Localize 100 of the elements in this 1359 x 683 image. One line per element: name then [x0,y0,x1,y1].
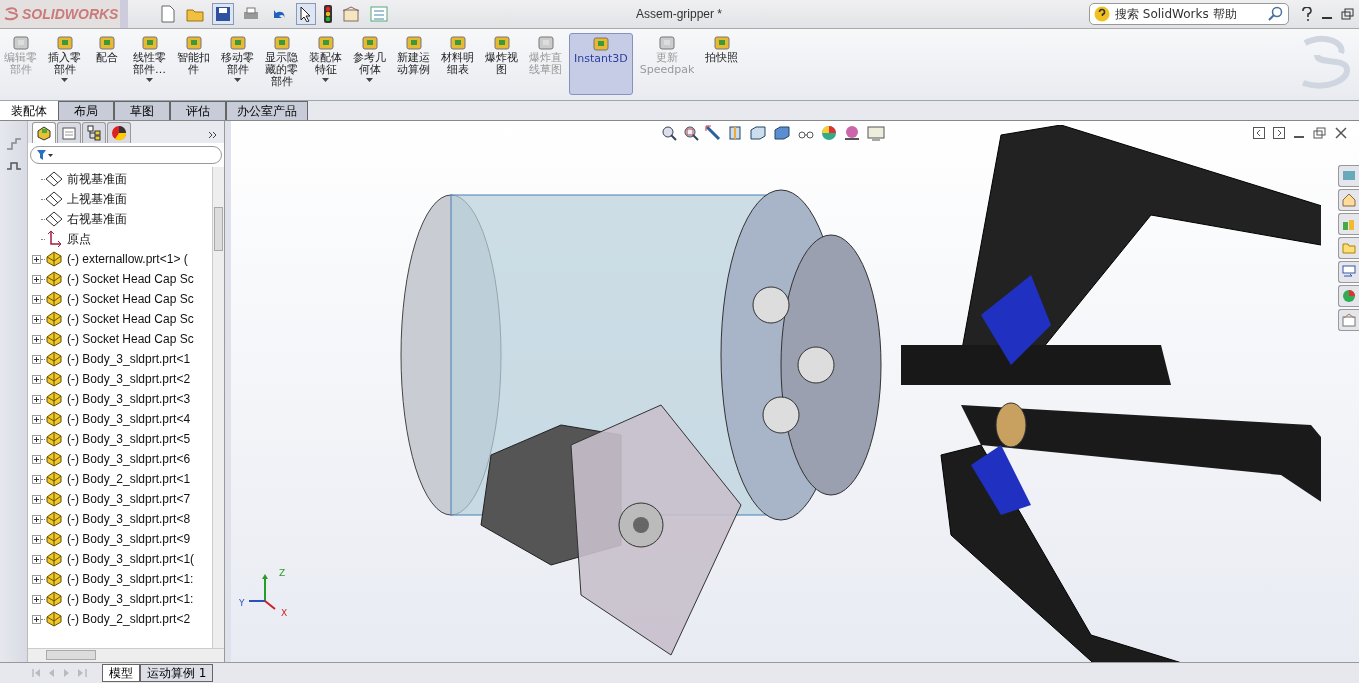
expand-plus-icon[interactable] [32,314,41,324]
expand-plus-icon[interactable] [32,534,41,544]
options-icon[interactable] [340,4,362,24]
tree-item[interactable]: (-) Socket Head Cap Sc [67,292,194,306]
previous-view-icon[interactable] [705,125,721,141]
expand-plus-icon[interactable] [32,414,41,424]
command-tab[interactable]: 装配体 [0,101,58,120]
appearances-icon[interactable] [1338,285,1359,307]
view-settings-icon[interactable] [867,125,885,141]
zoom-to-fit-icon[interactable] [661,125,677,141]
ribbon-button[interactable]: 拍快照 [701,33,743,95]
tool-icon [536,34,555,52]
command-tab[interactable]: 办公室产品 [226,101,308,120]
traffic-light-icon[interactable] [322,3,334,25]
expand-plus-icon[interactable] [32,294,41,304]
view-palette-icon[interactable] [1338,261,1359,283]
appearance-tab-icon[interactable] [107,122,131,143]
view-orientation-icon[interactable] [749,125,767,141]
tree-item[interactable]: 右视基准面 [67,210,127,228]
tree-item[interactable]: (-) Body_3_sldprt.prt<6 [67,452,191,466]
expand-plus-icon[interactable] [32,494,41,504]
ribbon-button[interactable]: 智能扣 件 [173,33,214,95]
configuration-tab-icon[interactable] [82,122,106,143]
close-icon[interactable] [1335,127,1347,139]
help-menu-icon[interactable] [1301,7,1313,21]
ribbon-button[interactable]: 移动零 部件 [217,33,258,95]
checklist-icon[interactable] [368,4,390,24]
select-cursor-icon[interactable] [296,3,316,25]
property-manager-tab-icon[interactable] [57,122,81,143]
tree-item[interactable]: 前视基准面 [67,170,127,188]
tree-item[interactable]: (-) Body_3_sldprt.prt<4 [67,412,191,426]
scene-icon[interactable] [843,125,861,141]
expand-plus-icon[interactable] [32,594,41,604]
search-box[interactable]: 搜索 SolidWorks 帮助 [1089,3,1289,25]
expand-plus-icon[interactable] [32,434,41,444]
expand-plus-icon[interactable] [32,614,41,624]
restore-icon[interactable] [1313,127,1327,139]
tree-item[interactable]: (-) Socket Head Cap Sc [67,332,194,346]
tree-item[interactable]: (-) Body_3_sldprt.prt<1: [67,592,194,606]
expand-plus-icon[interactable] [32,394,41,404]
ribbon-button[interactable]: 爆炸视 图 [481,33,522,95]
tree-item[interactable]: (-) Body_3_sldprt.prt<8 [67,512,191,526]
appearance-ball-icon[interactable] [821,125,837,141]
filter-field[interactable] [30,146,222,164]
tree-item[interactable]: (-) Body_2_sldprt.prt<2 [67,612,191,626]
model-tab[interactable]: 模型 [102,664,140,682]
zoom-area-icon[interactable] [683,125,699,141]
expand-plus-icon[interactable] [32,454,41,464]
search-field[interactable]: 搜索 SolidWorks 帮助 [1113,6,1265,22]
model-tab[interactable]: 运动算例 1 [140,664,214,682]
tree-item[interactable]: (-) Body_3_sldprt.prt<1( [67,552,195,566]
expand-plus-icon[interactable] [32,274,41,284]
tree-item[interactable]: (-) Body_2_sldprt.prt<1 [67,472,191,486]
tree-item[interactable]: (-) Body_3_sldprt.prt<2 [67,372,191,386]
display-style-icon[interactable] [773,125,791,141]
ribbon-button[interactable]: 装配体 特征 [305,33,346,95]
expand-plus-icon[interactable] [32,474,41,484]
tree-item[interactable]: 原点 [67,230,91,248]
feature-tree-tab-icon[interactable] [32,122,56,143]
vertical-scrollbar[interactable] [212,167,224,648]
expand-plus-icon[interactable] [32,354,41,364]
tree-item[interactable]: (-) Body_3_sldprt.prt<1 [67,352,191,366]
tree-item[interactable]: (-) Body_3_sldprt.prt<5 [67,432,191,446]
expand-plus-icon[interactable] [32,514,41,524]
horizontal-scrollbar[interactable] [28,648,224,662]
tree-item[interactable]: 上视基准面 [67,190,127,208]
tree-item[interactable]: (-) Socket Head Cap Sc [67,312,194,326]
ribbon-button[interactable]: 新建运 动算例 [393,33,434,95]
pulse-icon[interactable] [5,161,22,171]
command-tab[interactable]: 评估 [170,101,226,120]
expand-plus-icon[interactable] [32,554,41,564]
tree-item[interactable]: (-) Body_3_sldprt.prt<1: [67,572,194,586]
tree-item[interactable]: (-) Body_3_sldprt.prt<7 [67,492,191,506]
ribbon-button[interactable]: 线性零 部件… [129,33,170,95]
tree-item[interactable]: (-) externallow.prt<1> ( [67,252,188,266]
custom-properties-icon[interactable] [1338,309,1359,331]
ribbon-button[interactable]: 参考几 何体 [349,33,390,95]
command-tab[interactable]: 草图 [114,101,170,120]
home-icon[interactable] [1338,189,1359,211]
ribbon-button[interactable]: 材料明 细表 [437,33,478,95]
ribbon-button[interactable]: 配合 [88,33,126,95]
tree-item[interactable]: (-) Body_3_sldprt.prt<3 [67,392,191,406]
expand-plus-icon[interactable] [32,334,41,344]
expand-plus-icon[interactable] [32,574,41,584]
tree-item[interactable]: (-) Socket Head Cap Sc [67,272,194,286]
part-icon [45,591,63,607]
ribbon-button[interactable]: 显示隐 藏的零 部件 [261,33,302,95]
search-icon[interactable] [1268,6,1284,22]
tree-item[interactable]: (-) Body_3_sldprt.prt<9 [67,532,191,546]
save-icon[interactable] [212,3,234,25]
restore-icon[interactable] [1341,8,1355,20]
expand-plus-icon[interactable] [32,374,41,384]
ribbon-button[interactable]: 插入零 部件 [44,33,85,95]
tile-right-icon[interactable] [1273,127,1285,139]
expand-chevron-icon[interactable] [208,131,218,139]
expand-plus-icon[interactable] [32,254,41,264]
section-view-icon[interactable] [727,125,743,141]
ribbon-button[interactable]: Instant3D [569,33,633,95]
command-tab[interactable]: 布局 [58,101,114,120]
tile-left-icon[interactable] [1253,127,1265,139]
